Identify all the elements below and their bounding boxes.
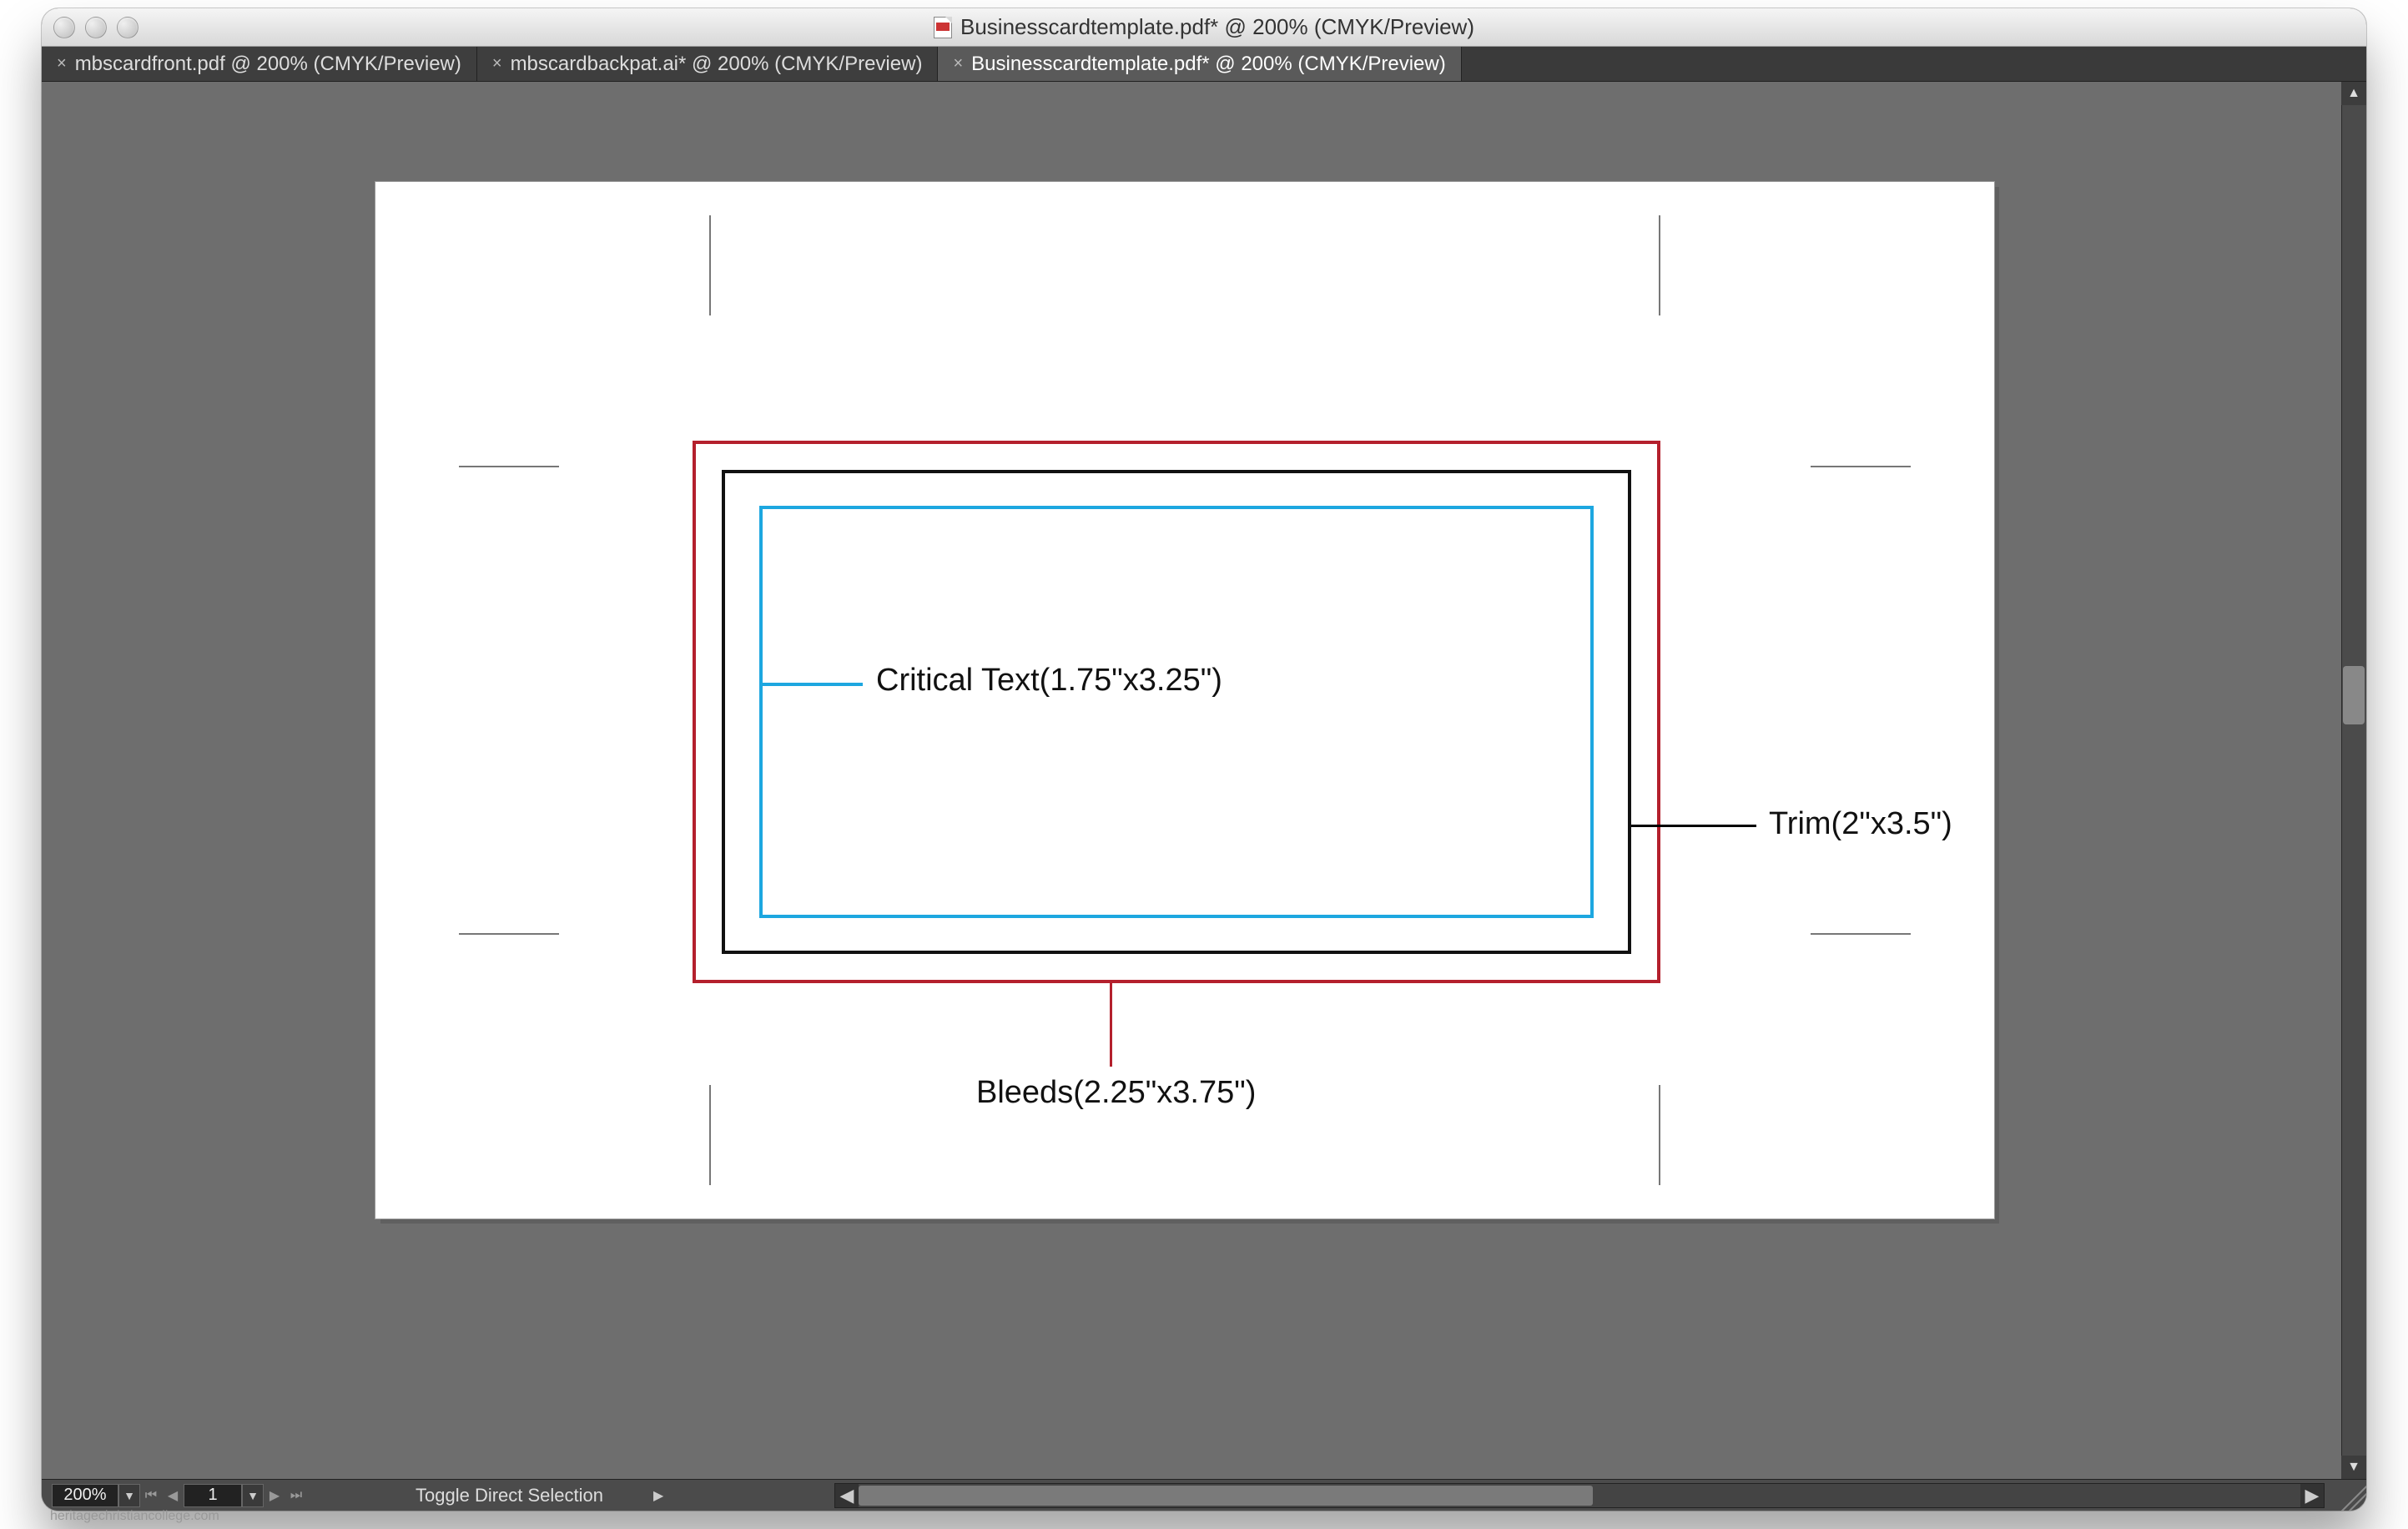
crop-mark: [1659, 215, 1660, 315]
pdf-file-icon: [934, 17, 952, 38]
prev-page-button[interactable]: ◀: [162, 1484, 184, 1507]
page-dropdown-button[interactable]: ▼: [242, 1484, 264, 1507]
scroll-down-button[interactable]: ▼: [2341, 1456, 2366, 1479]
resize-handle[interactable]: [2335, 1479, 2366, 1511]
horizontal-scrollbar[interactable]: ◀ ▶: [834, 1483, 2325, 1508]
page-number-field[interactable]: 1: [184, 1484, 242, 1507]
zoom-level-field[interactable]: 200%: [52, 1484, 118, 1507]
critical-text-label: Critical Text(1.75"x3.25"): [876, 663, 1222, 699]
scroll-right-button[interactable]: ▶: [2300, 1484, 2324, 1507]
tab-businesscardtemplate[interactable]: × Businesscardtemplate.pdf* @ 200% (CMYK…: [938, 47, 1461, 81]
vertical-scroll-thumb[interactable]: [2343, 666, 2365, 724]
horizontal-scroll-thumb[interactable]: [859, 1486, 1593, 1506]
document-tab-bar: × mbscardfront.pdf @ 200% (CMYK/Preview)…: [42, 47, 2366, 82]
crop-mark: [1811, 933, 1911, 935]
crop-mark: [459, 933, 559, 935]
scroll-up-button[interactable]: ▲: [2341, 82, 2366, 105]
titlebar[interactable]: Businesscardtemplate.pdf* @ 200% (CMYK/P…: [42, 8, 2366, 47]
last-page-button[interactable]: ⏭: [285, 1484, 307, 1507]
crop-mark: [709, 215, 711, 315]
crop-mark: [1811, 466, 1911, 467]
tab-label: mbscardfront.pdf @ 200% (CMYK/Preview): [75, 53, 461, 76]
tab-label: mbscardbackpat.ai* @ 200% (CMYK/Preview): [511, 53, 923, 76]
next-page-button[interactable]: ▶: [264, 1484, 285, 1507]
app-window: Businesscardtemplate.pdf* @ 200% (CMYK/P…: [42, 8, 2366, 1511]
leader-line: [1631, 825, 1756, 827]
crop-mark: [1659, 1085, 1660, 1185]
leader-line: [1110, 983, 1112, 1067]
artboard: Critical Text(1.75"x3.25") Trim(2"x3.5")…: [375, 182, 1994, 1219]
close-tab-icon[interactable]: ×: [57, 54, 67, 73]
crop-mark: [459, 466, 559, 467]
zoom-window-button[interactable]: [117, 17, 139, 38]
tab-mbscardfront[interactable]: × mbscardfront.pdf @ 200% (CMYK/Preview): [42, 47, 477, 81]
first-page-button[interactable]: ⏮: [140, 1484, 162, 1507]
tab-mbscardbackpat[interactable]: × mbscardbackpat.ai* @ 200% (CMYK/Previe…: [477, 47, 939, 81]
selection-mode-label: Toggle Direct Selection: [416, 1485, 603, 1506]
safe-area-box: [759, 506, 1594, 918]
vertical-scrollbar[interactable]: ▲ ▼: [2341, 82, 2366, 1479]
close-window-button[interactable]: [53, 17, 75, 38]
scroll-left-button[interactable]: ◀: [835, 1484, 859, 1507]
trim-label: Trim(2"x3.5"): [1769, 806, 1952, 842]
status-bar: 200% ▼ ⏮ ◀ 1 ▼ ▶ ⏭ Toggle Direct Selecti…: [42, 1479, 2366, 1511]
status-expand-icon[interactable]: ▶: [653, 1487, 663, 1504]
window-title: Businesscardtemplate.pdf* @ 200% (CMYK/P…: [960, 14, 1474, 40]
crop-mark: [709, 1085, 711, 1185]
canvas-workspace[interactable]: Critical Text(1.75"x3.25") Trim(2"x3.5")…: [42, 82, 2366, 1479]
close-tab-icon[interactable]: ×: [492, 54, 502, 73]
zoom-dropdown-button[interactable]: ▼: [118, 1484, 140, 1507]
minimize-window-button[interactable]: [85, 17, 107, 38]
close-tab-icon[interactable]: ×: [953, 54, 963, 73]
leader-line: [763, 683, 863, 686]
tab-label: Businesscardtemplate.pdf* @ 200% (CMYK/P…: [971, 53, 1446, 76]
watermark-text: heritagechristiancollege.com: [50, 1509, 219, 1524]
bleeds-label: Bleeds(2.25"x3.75"): [976, 1075, 1256, 1111]
